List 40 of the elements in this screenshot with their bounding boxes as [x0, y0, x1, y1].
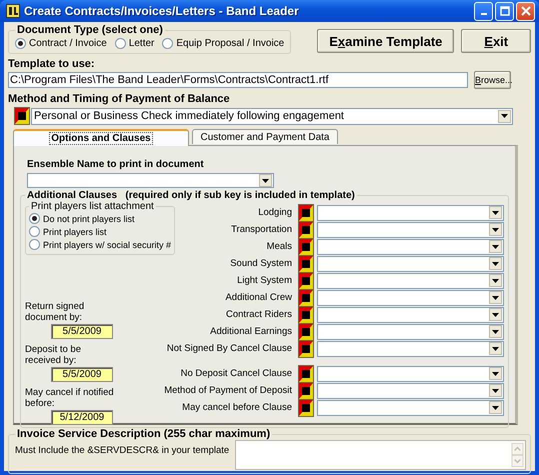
field-label: Template to use: [8, 58, 96, 71]
clause-label: Transportation [231, 224, 292, 235]
clause-label: Sound System [230, 258, 292, 269]
dropdown[interactable]: Personal or Business Check immediately following engagement [31, 108, 513, 124]
radio-button[interactable]: Contract / Invoice [15, 36, 107, 51]
date-field[interactable]: 5/12/2009 [51, 410, 113, 425]
hint-text: Must Include the &SERVDESCR& in your template [15, 445, 230, 456]
radio-button[interactable]: Letter [114, 36, 154, 51]
date-field[interactable]: 5/5/2009 [51, 367, 113, 382]
radio-button[interactable]: Do not print players list [29, 212, 172, 225]
template-path-field[interactable]: C:\Program Files\The Band Leader\Forms\Contracts\Contract1.rtf [8, 72, 468, 88]
clause-label: Method of Payment of Deposit [164, 385, 292, 396]
clause-label: No Deposit Cancel Clause [180, 368, 292, 379]
radio-button[interactable]: Print players list [29, 225, 172, 238]
field-label: Ensemble Name to print in document [27, 158, 205, 171]
date-label: May cancel if notified before: [25, 387, 115, 409]
clause-label: Contract Riders [226, 309, 292, 320]
group-label: Print players list attachment [30, 201, 155, 212]
clause-label: May cancel before Clause [182, 402, 292, 413]
clause-label: Additional Earnings [210, 326, 292, 337]
group-label: Document Type (select one) [16, 24, 164, 36]
clause-label: Light System [237, 275, 292, 286]
date-field[interactable]: 5/5/2009 [51, 324, 113, 339]
clause-label: Not Signed By Cancel Clause [166, 343, 292, 354]
radio-button[interactable]: Equip Proposal / Invoice [162, 36, 284, 51]
clause-label: Lodging [258, 207, 292, 218]
clause-label: Additional Crew [225, 292, 292, 303]
browse-button[interactable]: Browse... [474, 71, 511, 89]
group-label: Invoice Service Description (255 char maximum) [16, 428, 272, 440]
tab[interactable]: Customer and Payment Data [192, 129, 338, 144]
radio-button[interactable]: Print players w/ social security # [29, 238, 172, 251]
examine-button[interactable]: Examine Template [317, 29, 454, 53]
date-label: Deposit to be received by: [25, 344, 82, 366]
field-label: Method and Timing of Payment of Balance [8, 93, 231, 106]
date-label: Return signed document by: [25, 301, 86, 323]
tab[interactable]: Options and Clauses [13, 129, 189, 146]
group-label: Additional Clauses (required only if sub key is included in template) [26, 190, 356, 201]
exit-button[interactable]: Exit [461, 29, 531, 53]
clause-label: Meals [266, 241, 292, 252]
window-title: Create Contracts/Invoices/Letters - Band Leader [24, 4, 300, 18]
